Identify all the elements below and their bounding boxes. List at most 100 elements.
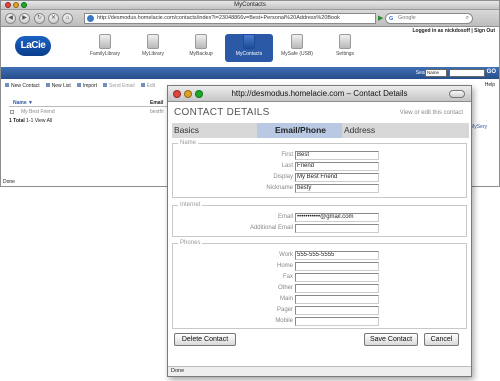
popup-window-controls	[173, 90, 203, 98]
settings-icon	[339, 34, 351, 49]
name-column-header[interactable]: Name ▼	[13, 100, 33, 106]
row-email: bestfri	[150, 109, 164, 115]
logged-in-text[interactable]: Logged in as nickdosoff | Sign Out	[412, 28, 495, 34]
contacts-icon	[243, 34, 255, 49]
fax-label: Fax	[282, 274, 293, 280]
work-phone-label: Work	[279, 252, 293, 258]
popup-zoom-button[interactable]	[195, 90, 203, 98]
nickname-field[interactable]: besty	[295, 184, 379, 193]
import-button[interactable]: Import	[77, 83, 97, 89]
other-phone-field[interactable]	[295, 284, 379, 293]
close-window-button[interactable]	[5, 2, 11, 8]
search-field[interactable]: G Google ⌕	[385, 13, 473, 24]
row-checkbox[interactable]	[10, 110, 14, 114]
pager-field[interactable]	[295, 306, 379, 315]
fax-row: Fax	[173, 273, 466, 283]
edit-button[interactable]: Edit	[141, 83, 156, 89]
table-row[interactable]: My Best Friend bestfri	[9, 109, 167, 116]
reload-icon[interactable]: ↻	[34, 13, 45, 24]
url-bar[interactable]: http://desmodus.homelacie.com/contacts/i…	[84, 13, 376, 24]
first-name-field[interactable]: Best	[295, 151, 379, 160]
name-section: Name First Best Last Friend Display My B…	[172, 140, 467, 198]
library-icon	[99, 34, 111, 49]
window-title: MyContacts	[234, 2, 266, 8]
app-nav: FamilyLibrary MyLibrary MyBackup MyConta…	[81, 34, 369, 62]
mobile-field[interactable]	[295, 317, 379, 326]
nav-my-library[interactable]: MyLibrary	[129, 34, 177, 62]
tab-address[interactable]: Address	[342, 123, 427, 138]
email-column-header[interactable]: Email	[150, 100, 163, 106]
new-contact-button[interactable]: New Contact	[5, 83, 40, 89]
safe-icon	[291, 34, 303, 49]
search-icon[interactable]: ⌕	[466, 14, 469, 23]
side-link[interactable]: MySery	[470, 124, 487, 130]
main-phone-label: Main	[279, 296, 293, 302]
save-contact-button[interactable]: Save Contact	[364, 333, 418, 346]
nickname-row: Nickname besty	[173, 184, 466, 194]
home-phone-field[interactable]	[295, 262, 379, 271]
search-placeholder: Google	[398, 15, 416, 21]
last-name-row: Last Friend	[173, 162, 466, 172]
display-name-row: Display My Best Friend	[173, 173, 466, 183]
nav-my-safe[interactable]: MySafe (USB)	[273, 34, 321, 62]
main-status-bar: Done	[3, 179, 15, 185]
main-phone-field[interactable]	[295, 295, 379, 304]
backup-icon	[195, 34, 207, 49]
popup-minimize-button[interactable]	[184, 90, 192, 98]
popup-close-button[interactable]	[173, 90, 181, 98]
view-all-link[interactable]: 1-1 View All	[26, 118, 52, 124]
row-name[interactable]: My Best Friend	[21, 109, 55, 115]
tab-basics[interactable]: Basics	[172, 123, 257, 138]
nav-my-contacts[interactable]: MyContacts	[225, 34, 273, 62]
total-count-label: 1 Total	[9, 118, 25, 124]
search-select[interactable]: Name	[425, 69, 447, 77]
last-name-label: Last	[281, 163, 293, 169]
name-legend: Name	[178, 140, 199, 146]
mobile-row: Mobile	[173, 317, 466, 327]
phones-legend: Phones	[178, 240, 203, 246]
tab-bar: Basics Email/Phone Address	[172, 123, 469, 138]
pager-label: Pager	[276, 307, 293, 313]
contact-details-heading: CONTACT DETAILS View or edit this contac…	[168, 102, 471, 122]
new-list-button[interactable]: New List	[46, 83, 71, 89]
google-icon: G	[389, 16, 394, 22]
library-icon	[147, 34, 159, 49]
first-name-row: First Best	[173, 151, 466, 161]
send-email-button[interactable]: Send Email	[103, 83, 135, 89]
last-name-field[interactable]: Friend	[295, 162, 379, 171]
email-row: Email •••••••••••@gmail.com	[173, 213, 466, 223]
zoom-window-button[interactable]	[21, 2, 27, 8]
tab-email-phone[interactable]: Email/Phone	[257, 123, 342, 138]
nav-family-library[interactable]: FamilyLibrary	[81, 34, 129, 62]
lacie-logo: LaCie	[15, 36, 51, 56]
additional-email-row: Additional Email	[173, 224, 466, 234]
contacts-search-input[interactable]	[449, 69, 485, 77]
display-name-field[interactable]: My Best Friend	[295, 173, 379, 182]
nickname-label: Nickname	[266, 185, 293, 191]
nav-my-backup[interactable]: MyBackup	[177, 34, 225, 62]
internet-legend: Internet	[178, 202, 203, 208]
back-arrow-icon[interactable]: ◀	[5, 13, 16, 24]
help-link[interactable]: Help	[485, 82, 495, 88]
delete-contact-button[interactable]: Delete Contact	[174, 333, 236, 346]
forward-arrow-icon[interactable]: ▶	[19, 13, 30, 24]
popup-title: http://desmodus.homelacie.com – Contact …	[231, 89, 408, 98]
additional-email-field[interactable]	[295, 224, 379, 233]
total-count: 1 Total 1-1 View All	[9, 118, 52, 124]
home-icon[interactable]: ⌂	[62, 13, 73, 24]
minimize-window-button[interactable]	[13, 2, 19, 8]
contacts-toolbar: New Contact New List Import Send Email E…	[5, 81, 155, 90]
cancel-button[interactable]: Cancel	[424, 333, 459, 346]
work-phone-field[interactable]: 555-555-5555	[295, 251, 379, 260]
toolbar-toggle-button[interactable]	[449, 90, 465, 98]
stop-icon[interactable]: ✕	[48, 13, 59, 24]
heading-hint: View or edit this contact	[399, 110, 463, 116]
email-label: Email	[277, 214, 293, 220]
url-text: http://desmodus.homelacie.com/contacts/i…	[97, 15, 340, 21]
pager-row: Pager	[173, 306, 466, 316]
nav-settings[interactable]: Settings	[321, 34, 369, 62]
fax-field[interactable]	[295, 273, 379, 282]
email-field[interactable]: •••••••••••@gmail.com	[295, 213, 379, 222]
window-controls	[5, 2, 27, 8]
go-button[interactable]: GO	[487, 69, 496, 75]
